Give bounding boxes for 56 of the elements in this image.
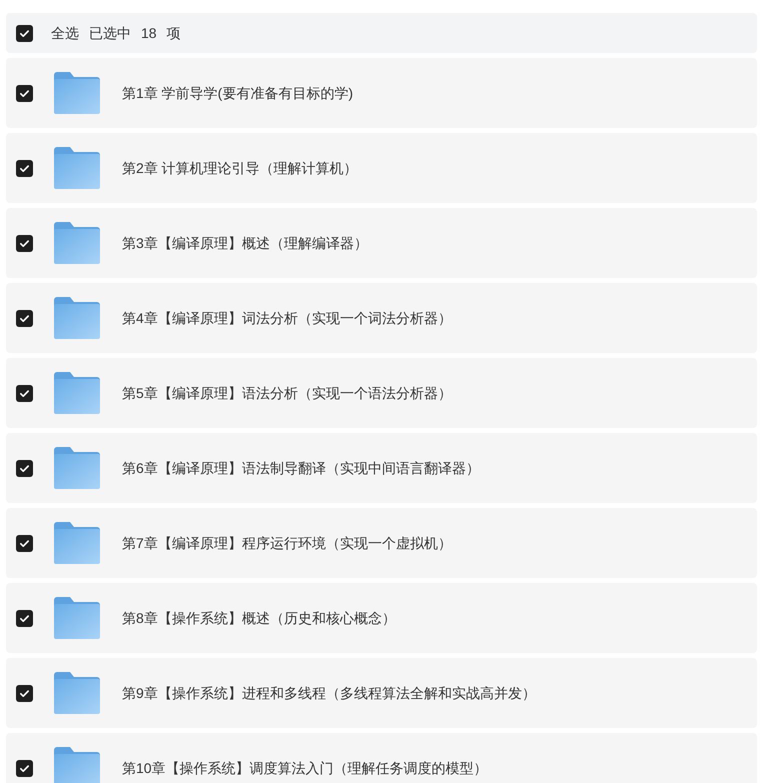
- check-icon: [19, 688, 30, 698]
- folder-title: 第8章【操作系统】概述（历史和核心概念）: [122, 608, 396, 628]
- check-icon: [19, 762, 30, 774]
- check-icon: [19, 388, 30, 398]
- folder-row[interactable]: 第1章 学前导学(要有准备有目标的学): [6, 58, 757, 128]
- check-icon: [19, 612, 30, 624]
- checkbox[interactable]: [16, 84, 33, 102]
- check-icon: [19, 238, 30, 248]
- checkbox[interactable]: [16, 684, 33, 702]
- folder-icon: [54, 597, 100, 639]
- folder-row[interactable]: 第9章【操作系统】进程和多线程（多线程算法全解和实战高并发）: [6, 658, 757, 728]
- folder-row[interactable]: 第5章【编译原理】语法分析（实现一个语法分析器）: [6, 358, 757, 428]
- checkbox[interactable]: [16, 310, 33, 326]
- checkbox[interactable]: [16, 234, 33, 252]
- check-icon: [19, 538, 30, 548]
- checkbox[interactable]: [16, 160, 33, 176]
- folder-icon: [54, 747, 100, 783]
- checkbox[interactable]: [16, 460, 33, 476]
- folder-title: 第2章 计算机理论引导（理解计算机）: [122, 158, 358, 178]
- checkbox[interactable]: [16, 610, 33, 626]
- folder-title: 第5章【编译原理】语法分析（实现一个语法分析器）: [122, 384, 452, 402]
- folder-title: 第6章【编译原理】语法制导翻译（实现中间语言翻译器）: [122, 458, 480, 478]
- folder-icon: [54, 72, 100, 114]
- checkbox[interactable]: [16, 24, 33, 42]
- folder-icon: [54, 447, 100, 489]
- folder-title: 第9章【操作系统】进程和多线程（多线程算法全解和实战高并发）: [122, 684, 536, 702]
- checkbox[interactable]: [16, 384, 33, 402]
- folder-icon: [54, 297, 100, 339]
- folder-title: 第4章【编译原理】词法分析（实现一个词法分析器）: [122, 308, 452, 328]
- folder-icon: [54, 147, 100, 189]
- folder-row[interactable]: 第7章【编译原理】程序运行环境（实现一个虚拟机）: [6, 508, 757, 578]
- folder-row[interactable]: 第6章【编译原理】语法制导翻译（实现中间语言翻译器）: [6, 433, 757, 503]
- folder-row[interactable]: 第4章【编译原理】词法分析（实现一个词法分析器）: [6, 283, 757, 353]
- folder-title: 第7章【编译原理】程序运行环境（实现一个虚拟机）: [122, 534, 452, 552]
- selected-prefix: 已选中: [89, 24, 131, 42]
- folder-title: 第3章【编译原理】概述（理解编译器）: [122, 234, 368, 252]
- folder-icon: [54, 222, 100, 264]
- folder-row[interactable]: 第2章 计算机理论引导（理解计算机）: [6, 133, 757, 203]
- checkbox[interactable]: [16, 760, 33, 776]
- folder-title: 第1章 学前导学(要有准备有目标的学): [122, 84, 353, 103]
- check-icon: [19, 312, 30, 324]
- select-all-label[interactable]: 全选: [51, 22, 79, 44]
- folder-icon: [54, 522, 100, 564]
- checkbox[interactable]: [16, 534, 33, 552]
- folder-icon: [54, 372, 100, 414]
- check-icon: [19, 162, 30, 174]
- selected-suffix: 项: [166, 24, 181, 42]
- folder-title: 第10章【操作系统】调度算法入门（理解任务调度的模型）: [122, 758, 488, 778]
- folder-row[interactable]: 第3章【编译原理】概述（理解编译器）: [6, 208, 757, 278]
- folder-row[interactable]: 第8章【操作系统】概述（历史和核心概念）: [6, 583, 757, 653]
- check-icon: [19, 88, 30, 98]
- check-icon: [19, 462, 30, 474]
- check-icon: [19, 28, 30, 38]
- selected-count: 18: [141, 24, 157, 42]
- folder-icon: [54, 672, 100, 714]
- folder-row[interactable]: 第10章【操作系统】调度算法入门（理解任务调度的模型）: [6, 733, 757, 783]
